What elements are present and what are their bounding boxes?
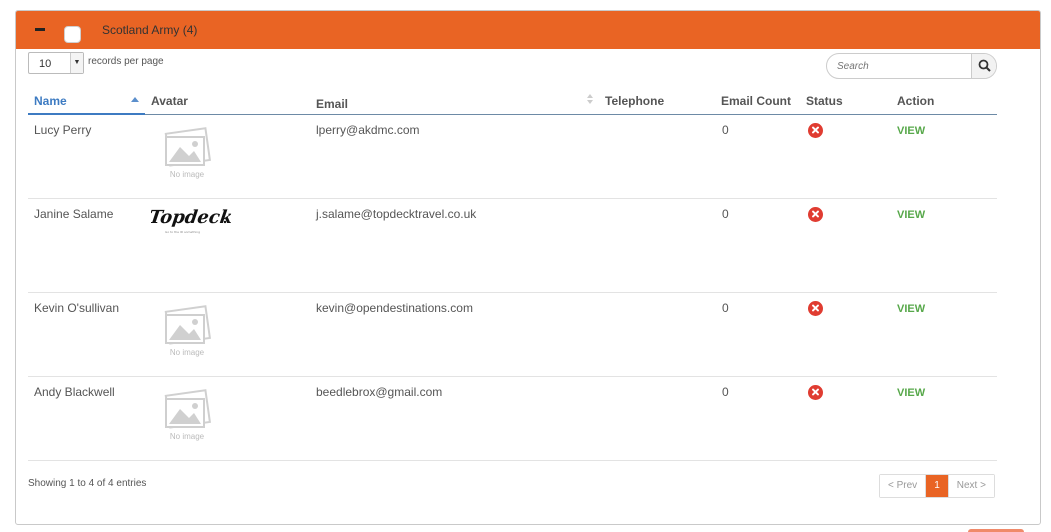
cell-avatar: No image [145,292,310,377]
search-button[interactable] [971,54,996,78]
column-header-telephone[interactable]: Telephone [599,88,721,115]
column-header-email-count[interactable]: Email Count [721,88,806,115]
page-1-button[interactable]: 1 [926,475,948,497]
cell-email: kevin@opendestinations.com [310,292,599,377]
next-page-button[interactable]: Next > [947,475,994,497]
column-header-name[interactable]: Name [28,88,145,115]
view-link[interactable]: VIEW [897,125,925,137]
table-info: Showing 1 to 4 of 4 entries [28,478,147,489]
records-per-page-select[interactable]: 10 ▼ [28,52,84,74]
topdeck-logo-tagline: Go to the ID something [165,230,200,234]
cell-email: j.salame@topdecktravel.co.uk [310,198,599,293]
search-box [826,53,997,79]
no-image-placeholder-icon: No image [161,304,213,357]
column-header-avatar: Avatar [145,88,310,115]
table-row: Janine Salame Topdeck Go to the ID somet… [28,198,997,293]
view-link[interactable]: VIEW [897,303,925,315]
search-icon [978,59,991,72]
view-link[interactable]: VIEW [897,209,925,221]
cell-email: beedlebrox@gmail.com [310,376,599,461]
cell-email: lperry@akdmc.com [310,114,599,199]
column-header-action: Action [891,88,997,115]
column-label-email: Email [316,96,349,111]
cell-action: VIEW [891,376,997,461]
status-error-icon [808,300,823,316]
column-label-action: Action [897,93,935,108]
table-row: Kevin O'sullivan No image kevin@opendest… [28,292,997,377]
column-label-email-count: Email Count [721,93,792,108]
column-label-avatar: Avatar [151,93,188,108]
cell-email-count: 0 [721,292,806,377]
cell-telephone [599,198,721,293]
column-header-email[interactable]: Email [310,88,599,115]
group-header[interactable]: Scotland Army (4) [16,11,1040,49]
cell-status [806,114,891,199]
select-all-checkbox[interactable] [64,26,81,43]
table-header-row: Name Avatar Email Telephone Email Count … [28,88,997,115]
column-label-status: Status [806,93,843,108]
column-label-telephone: Telephone [605,93,665,108]
cell-status [806,198,891,293]
collapse-icon[interactable] [35,28,45,31]
no-image-label: No image [169,169,205,179]
cell-name: Lucy Perry [28,114,145,199]
cell-name: Kevin O'sullivan [28,292,145,377]
view-link[interactable]: VIEW [897,387,925,399]
cell-status [806,292,891,377]
search-input[interactable] [827,54,971,78]
table-row: Lucy Perry No image lperry@akdmc.com 0 V… [28,114,997,199]
no-image-placeholder-icon: No image [161,388,213,441]
cell-avatar: Topdeck Go to the ID something [145,198,310,293]
sort-icon [587,94,593,104]
cell-action: VIEW [891,198,997,293]
pagination: < Prev 1 Next > [879,474,995,498]
column-header-status[interactable]: Status [806,88,891,115]
no-image-label: No image [169,431,205,441]
no-image-placeholder-icon: No image [161,126,213,179]
cell-telephone [599,292,721,377]
status-error-icon [808,206,823,222]
no-image-label: No image [169,347,205,357]
topdeck-logo-icon: Topdeck Go to the ID something [147,203,310,244]
records-per-page-value: 10 [39,58,52,70]
cell-action: VIEW [891,292,997,377]
cell-status [806,376,891,461]
cell-telephone [599,114,721,199]
status-error-icon [808,384,823,400]
group-title: Scotland Army (4) [102,23,198,37]
table-row: Andy Blackwell No image beedlebrox@gmail… [28,376,997,461]
cell-action: VIEW [891,114,997,199]
prev-page-button[interactable]: < Prev [880,475,927,497]
cell-name: Andy Blackwell [28,376,145,461]
cell-telephone [599,376,721,461]
cell-email-count: 0 [721,114,806,199]
records-per-page-label: records per page [88,56,164,67]
cell-email-count: 0 [721,198,806,293]
column-label-name: Name [34,93,67,108]
members-table: Name Avatar Email Telephone Email Count … [28,88,997,461]
dropdown-arrow-icon: ▼ [70,53,83,73]
cell-avatar: No image [145,376,310,461]
cell-avatar: No image [145,114,310,199]
status-error-icon [808,122,823,138]
sort-ascending-icon [131,97,139,102]
cell-name: Janine Salame [28,198,145,293]
cell-email-count: 0 [721,376,806,461]
topdeck-logo-text: Topdeck [151,207,234,228]
